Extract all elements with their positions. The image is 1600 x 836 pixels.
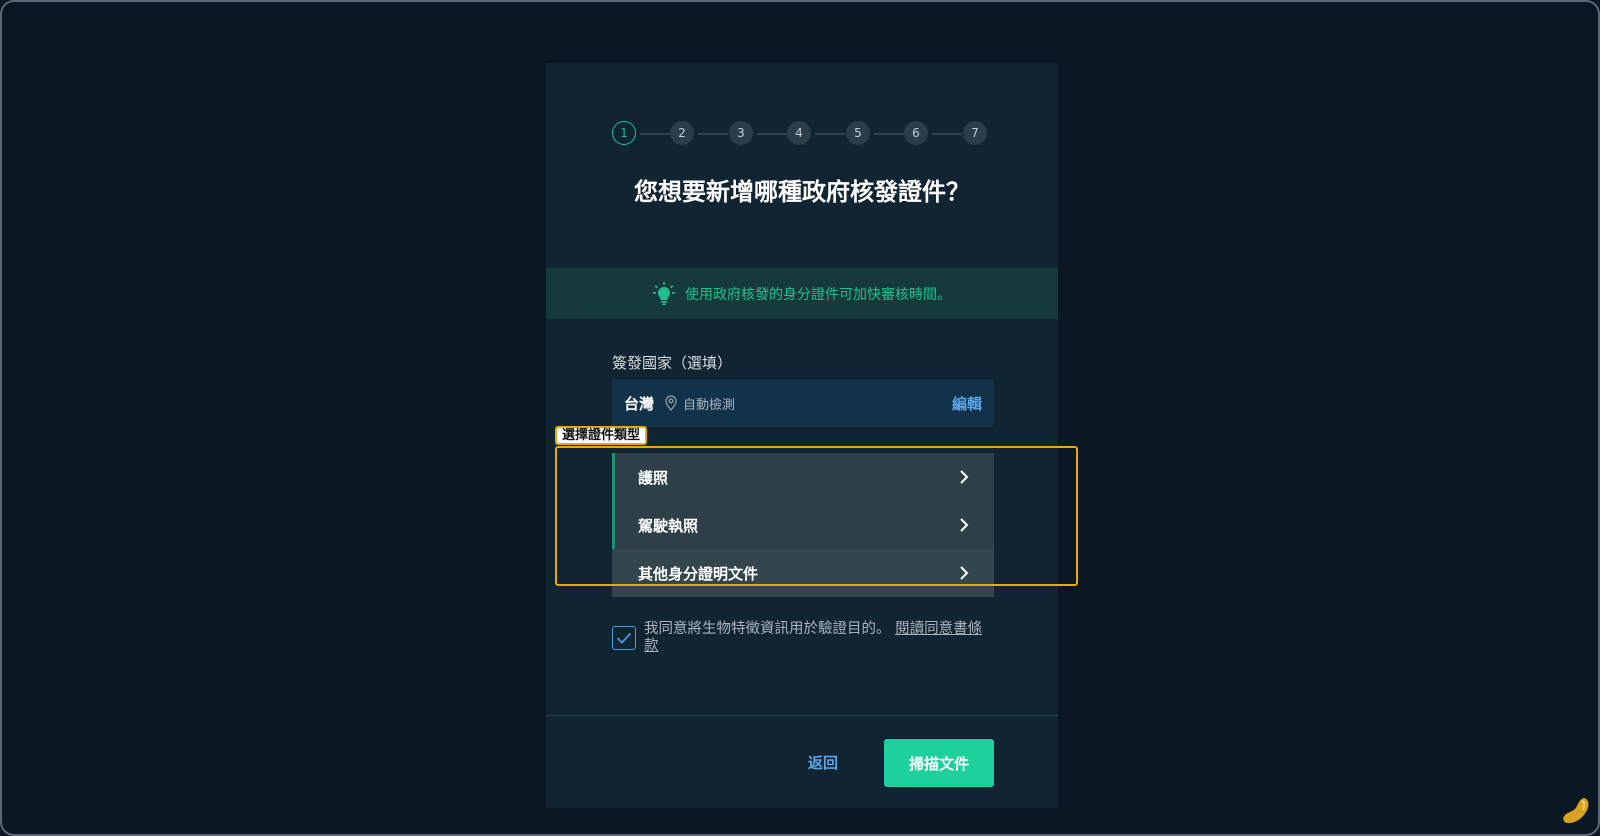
step-connector — [815, 133, 845, 135]
step-1: 1 — [612, 121, 636, 145]
doc-type-label: 駕駛執照 — [638, 516, 699, 535]
doc-type-label: 護照 — [638, 468, 669, 487]
consent-text: 我同意將生物特徵資訊用於驗證目的。 閱讀同意書條款 — [644, 621, 994, 655]
consent-checkbox[interactable] — [612, 626, 636, 650]
step-connector — [932, 133, 962, 135]
chevron-right-icon — [960, 566, 969, 580]
country-label: 簽發國家（選填） — [612, 354, 733, 372]
step-6: 6 — [904, 121, 928, 145]
step-connector — [640, 133, 670, 135]
progress-stepper: 1 2 3 4 5 6 7 — [612, 121, 992, 147]
back-button[interactable]: 返回 — [808, 739, 838, 787]
app-window: 1 2 3 4 5 6 7 您想要新增哪種政府核發證件？ 使用政府核發的身分證件… — [0, 0, 1600, 836]
step-7: 7 — [963, 121, 987, 145]
step-4: 4 — [787, 121, 811, 145]
doc-type-passport[interactable]: 護照 — [612, 453, 994, 501]
autodetect-label: 自動檢測 — [683, 397, 736, 413]
page-title: 您想要新增哪種政府核發證件？ — [634, 178, 970, 206]
scan-document-button[interactable]: 掃描文件 — [884, 739, 994, 787]
doc-type-label: 其他身分證明文件 — [638, 564, 759, 583]
step-connector — [698, 133, 728, 135]
document-type-list: 護照 駕駛執照 其他身分證明文件 — [612, 453, 994, 597]
step-connector — [757, 133, 787, 135]
tip-text: 使用政府核發的身分證件可加快審核時間。 — [685, 286, 951, 303]
step-connector — [874, 133, 904, 135]
chevron-right-icon — [960, 518, 969, 532]
step-2: 2 — [670, 121, 694, 145]
consent-statement: 我同意將生物特徵資訊用於驗證目的。 — [644, 621, 891, 637]
edit-country-link[interactable]: 編輯 — [952, 393, 982, 414]
location-pin-icon — [665, 395, 677, 411]
step-5: 5 — [846, 121, 870, 145]
highlight-label: 選擇證件類型 — [555, 426, 648, 445]
doc-type-drivers-license[interactable]: 駕駛執照 — [612, 501, 994, 549]
bean-icon — [1563, 798, 1589, 824]
biometric-consent: 我同意將生物特徵資訊用於驗證目的。 閱讀同意書條款 — [612, 621, 994, 655]
footer-divider — [546, 715, 1058, 716]
country-field: 台灣 自動檢測 編輯 — [612, 379, 994, 427]
country-value: 台灣 — [624, 394, 655, 413]
step-3: 3 — [729, 121, 753, 145]
lightbulb-icon — [653, 281, 675, 305]
chevron-right-icon — [960, 470, 969, 484]
checkmark-icon — [616, 632, 632, 644]
doc-type-other-id[interactable]: 其他身分證明文件 — [612, 549, 994, 597]
tip-banner: 使用政府核發的身分證件可加快審核時間。 — [546, 268, 1058, 319]
